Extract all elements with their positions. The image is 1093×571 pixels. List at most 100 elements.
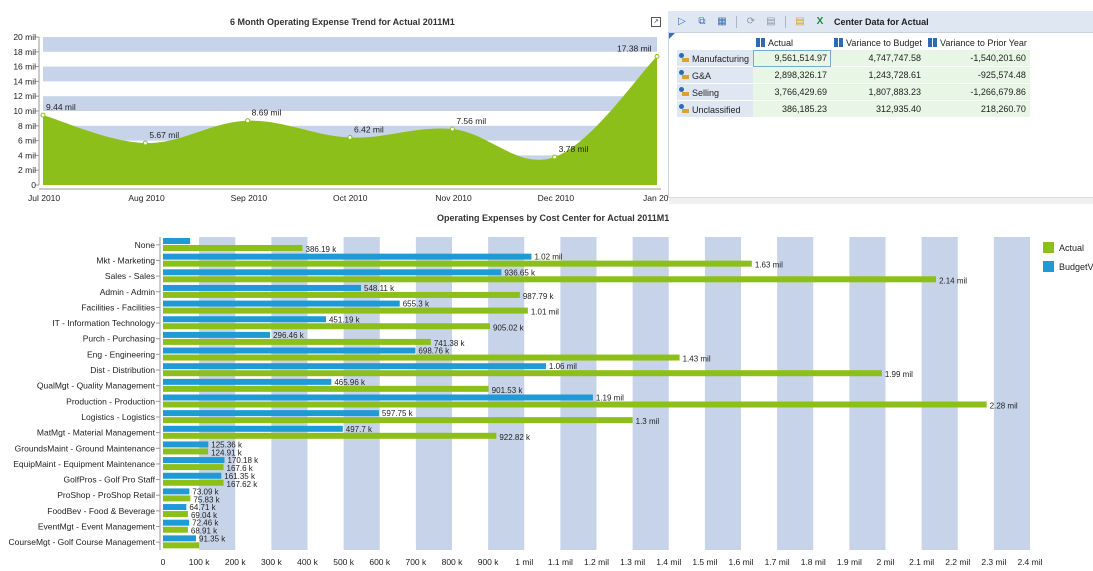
table-cell[interactable]: 312,935.40: [831, 100, 926, 118]
member-icon: [679, 103, 689, 114]
data-label: 2.14 mil: [939, 276, 967, 285]
y-tick-label: 4 mil: [18, 150, 36, 160]
row-label: Selling: [692, 87, 720, 98]
category-label: Logistics - Logistics: [81, 412, 155, 422]
x-tick-label: 1.5 mil: [692, 557, 717, 567]
play-icon[interactable]: ▷: [676, 16, 688, 28]
category-label: None: [135, 240, 156, 250]
table-cell[interactable]: 9,561,514.97: [753, 50, 832, 67]
legend-item-actual[interactable]: Actual: [1043, 240, 1093, 255]
data-label: 597.75 k: [382, 409, 414, 418]
bar-budget: [163, 363, 546, 370]
dimension-icon: [756, 37, 766, 47]
column-header[interactable]: Variance to Budget: [831, 35, 925, 50]
data-point: [40, 112, 46, 118]
x-tick-label: 700 k: [405, 557, 427, 567]
bar-budget: [163, 488, 190, 495]
save-icon[interactable]: ▤: [765, 16, 777, 28]
data-label: 1.3 mil: [636, 417, 660, 426]
category-label: CourseMgt - Golf Course Management: [9, 537, 156, 547]
bar-budget: [163, 457, 225, 464]
grid-band: [343, 237, 380, 550]
row-header[interactable]: Unclassified: [677, 100, 754, 118]
data-label: 465.96 k: [334, 378, 366, 387]
x-tick-label: 200 k: [225, 557, 247, 567]
table-cell[interactable]: -1,540,201.60: [925, 50, 1030, 67]
bar-actual: [163, 307, 528, 314]
refresh-icon[interactable]: ⟳: [745, 16, 757, 28]
grid-band: [704, 237, 741, 550]
column-header-label: Variance to Budget: [846, 37, 922, 48]
grid-title: Center Data for Actual: [834, 16, 929, 27]
x-tick-label: 800 k: [442, 557, 464, 567]
y-tick-label: 2 mil: [18, 165, 36, 175]
bar-actual: [163, 338, 431, 345]
y-tick-label: 18 mil: [13, 47, 36, 57]
data-point: [552, 154, 558, 160]
table-cell[interactable]: 4,747,747.58: [831, 50, 926, 67]
data-label: 296.46 k: [273, 331, 305, 340]
toolbar-divider: [785, 15, 786, 28]
bar-actual: [163, 354, 680, 361]
legend-label: BudgetV1: [1059, 261, 1093, 272]
bar-budget: [163, 284, 362, 291]
data-label: 655.3 k: [403, 300, 430, 309]
center-data-table: Actual Variance to Budget Variance to Pr…: [677, 35, 1030, 118]
bar-actual: [163, 245, 303, 251]
bar-budget: [163, 300, 400, 307]
grid-band: [849, 237, 886, 550]
legend-item-budget[interactable]: BudgetV1: [1043, 259, 1093, 274]
row-header[interactable]: G&A: [677, 66, 754, 84]
x-tick-label: 1.2 mil: [584, 557, 609, 567]
data-label: 17.38 mil: [617, 43, 652, 53]
data-label: 2.28 mil: [990, 402, 1018, 411]
data-point: [142, 140, 148, 146]
table-cell[interactable]: 386,185.23: [753, 100, 832, 118]
bar-budget: [163, 331, 271, 338]
grid-corner-marker: [669, 33, 675, 39]
table-cell[interactable]: 1,807,883.23: [831, 83, 926, 101]
category-label: ProShop - ProShop Retail: [57, 490, 155, 500]
category-label: MatMgt - Material Management: [37, 428, 156, 438]
member-icon: [679, 52, 689, 63]
data-label: 922.82 k: [499, 433, 531, 442]
table-cell[interactable]: 1,243,728.61: [831, 66, 926, 84]
row-label: Unclassified: [692, 104, 741, 115]
data-label: 905.02 k: [493, 323, 525, 332]
grid-band: [271, 237, 308, 550]
table-row: Manufacturing 9,561,514.97 4,747,747.58 …: [677, 50, 1030, 67]
table-cell[interactable]: 218,260.70: [925, 100, 1030, 118]
row-header[interactable]: Manufacturing: [677, 50, 754, 67]
legend-swatch: [1043, 242, 1054, 253]
data-label: 5.67 mil: [149, 130, 179, 140]
data-point: [347, 134, 353, 140]
x-tick-label: 2.4 mil: [1017, 557, 1042, 567]
document-icon[interactable]: ▤: [794, 16, 806, 28]
data-point: [449, 126, 455, 132]
excel-icon[interactable]: X: [814, 16, 826, 28]
data-label: 73.09 k: [192, 487, 219, 496]
grid-band: [993, 237, 1030, 550]
column-header[interactable]: Actual: [753, 35, 831, 50]
data-label: 69.04 k: [191, 511, 218, 520]
calculator-icon[interactable]: ▦: [716, 16, 728, 28]
dimension-icon: [928, 37, 938, 47]
table-header-row: Actual Variance to Budget Variance to Pr…: [677, 35, 1030, 50]
horizontal-scrollbar[interactable]: [669, 197, 1093, 204]
table-cell[interactable]: -925,574.48: [925, 66, 1030, 84]
data-label: 1.99 mil: [885, 370, 913, 379]
copy-icon[interactable]: ⧉: [696, 16, 708, 28]
table-cell[interactable]: 2,898,326.17: [753, 66, 832, 84]
category-label: FoodBev - Food & Beverage: [47, 506, 155, 516]
x-tick-label: 2 mil: [877, 557, 895, 567]
column-header[interactable]: Variance to Prior Year: [925, 35, 1030, 50]
bar-actual: [163, 417, 633, 424]
y-tick-label: 10 mil: [13, 106, 36, 116]
row-header[interactable]: Selling: [677, 83, 754, 101]
x-tick-label: Oct 2010: [333, 193, 368, 203]
table-cell[interactable]: -1,266,679.86: [925, 83, 1030, 101]
toolbar-divider: [736, 15, 737, 28]
table-cell[interactable]: 3,766,429.69: [753, 83, 832, 101]
data-label: 7.56 mil: [456, 116, 486, 126]
bar-actual: [163, 542, 200, 549]
